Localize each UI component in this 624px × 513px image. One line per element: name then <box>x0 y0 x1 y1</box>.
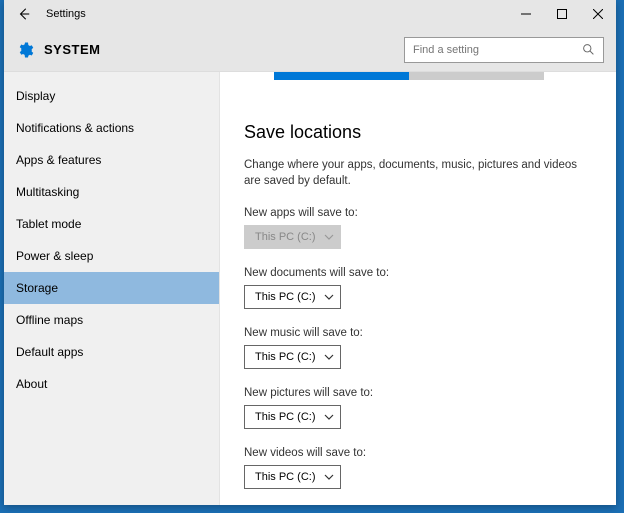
titlebar: Settings <box>4 0 616 28</box>
dropdown-value: This PC (C:) <box>255 351 316 363</box>
setting-label: New pictures will save to: <box>244 387 596 399</box>
header-title: SYSTEM <box>44 42 100 57</box>
sidebar: DisplayNotifications & actionsApps & fea… <box>4 72 220 505</box>
sidebar-item-storage[interactable]: Storage <box>4 272 219 304</box>
maximize-icon <box>557 9 567 19</box>
chevron-down-icon <box>324 471 334 483</box>
sidebar-item-tablet-mode[interactable]: Tablet mode <box>4 208 219 240</box>
setting-block: New music will save to: This PC (C:) <box>244 327 596 369</box>
search-icon <box>582 43 595 56</box>
chevron-down-icon <box>324 231 334 243</box>
sidebar-item-notifications-actions[interactable]: Notifications & actions <box>4 112 219 144</box>
sidebar-item-multitasking[interactable]: Multitasking <box>4 176 219 208</box>
settings-list: New apps will save to:This PC (C:)New do… <box>244 207 596 489</box>
window-controls <box>508 0 616 28</box>
close-button[interactable] <box>580 0 616 28</box>
sidebar-item-power-sleep[interactable]: Power & sleep <box>4 240 219 272</box>
storage-progress-bar <box>274 72 544 82</box>
setting-block: New pictures will save to: This PC (C:) <box>244 387 596 429</box>
maximize-button[interactable] <box>544 0 580 28</box>
sidebar-item-offline-maps[interactable]: Offline maps <box>4 304 219 336</box>
setting-label: New apps will save to: <box>244 207 596 219</box>
back-arrow-icon <box>17 7 31 21</box>
gear-icon <box>16 41 34 59</box>
settings-window: Settings SYSTEM DisplayNotifications & a… <box>4 0 616 505</box>
page-title: Save locations <box>244 122 596 143</box>
save-location-dropdown[interactable]: This PC (C:) <box>244 285 341 309</box>
search-input[interactable] <box>413 44 582 56</box>
sidebar-item-apps-features[interactable]: Apps & features <box>4 144 219 176</box>
chevron-down-icon <box>324 351 334 363</box>
minimize-button[interactable] <box>508 0 544 28</box>
main-panel: Save locations Change where your apps, d… <box>220 72 616 505</box>
save-location-dropdown[interactable]: This PC (C:) <box>244 345 341 369</box>
content: DisplayNotifications & actionsApps & fea… <box>4 72 616 505</box>
setting-block: New videos will save to: This PC (C:) <box>244 447 596 489</box>
header: SYSTEM <box>4 28 616 72</box>
close-icon <box>593 9 603 19</box>
dropdown-value: This PC (C:) <box>255 231 316 243</box>
save-location-dropdown: This PC (C:) <box>244 225 341 249</box>
dropdown-value: This PC (C:) <box>255 471 316 483</box>
setting-block: New apps will save to: This PC (C:) <box>244 207 596 249</box>
sidebar-item-about[interactable]: About <box>4 368 219 400</box>
save-location-dropdown[interactable]: This PC (C:) <box>244 465 341 489</box>
window-title: Settings <box>46 8 86 20</box>
chevron-down-icon <box>324 411 334 423</box>
setting-block: New documents will save to: This PC (C:) <box>244 267 596 309</box>
progress-empty <box>409 72 544 80</box>
setting-label: New videos will save to: <box>244 447 596 459</box>
dropdown-value: This PC (C:) <box>255 411 316 423</box>
chevron-down-icon <box>324 291 334 303</box>
setting-label: New music will save to: <box>244 327 596 339</box>
sidebar-item-display[interactable]: Display <box>4 80 219 112</box>
page-description: Change where your apps, documents, music… <box>244 157 584 189</box>
save-location-dropdown[interactable]: This PC (C:) <box>244 405 341 429</box>
progress-fill <box>274 72 409 80</box>
back-button[interactable] <box>12 2 36 26</box>
minimize-icon <box>521 9 531 19</box>
dropdown-value: This PC (C:) <box>255 291 316 303</box>
search-box[interactable] <box>404 37 604 63</box>
sidebar-item-default-apps[interactable]: Default apps <box>4 336 219 368</box>
setting-label: New documents will save to: <box>244 267 596 279</box>
